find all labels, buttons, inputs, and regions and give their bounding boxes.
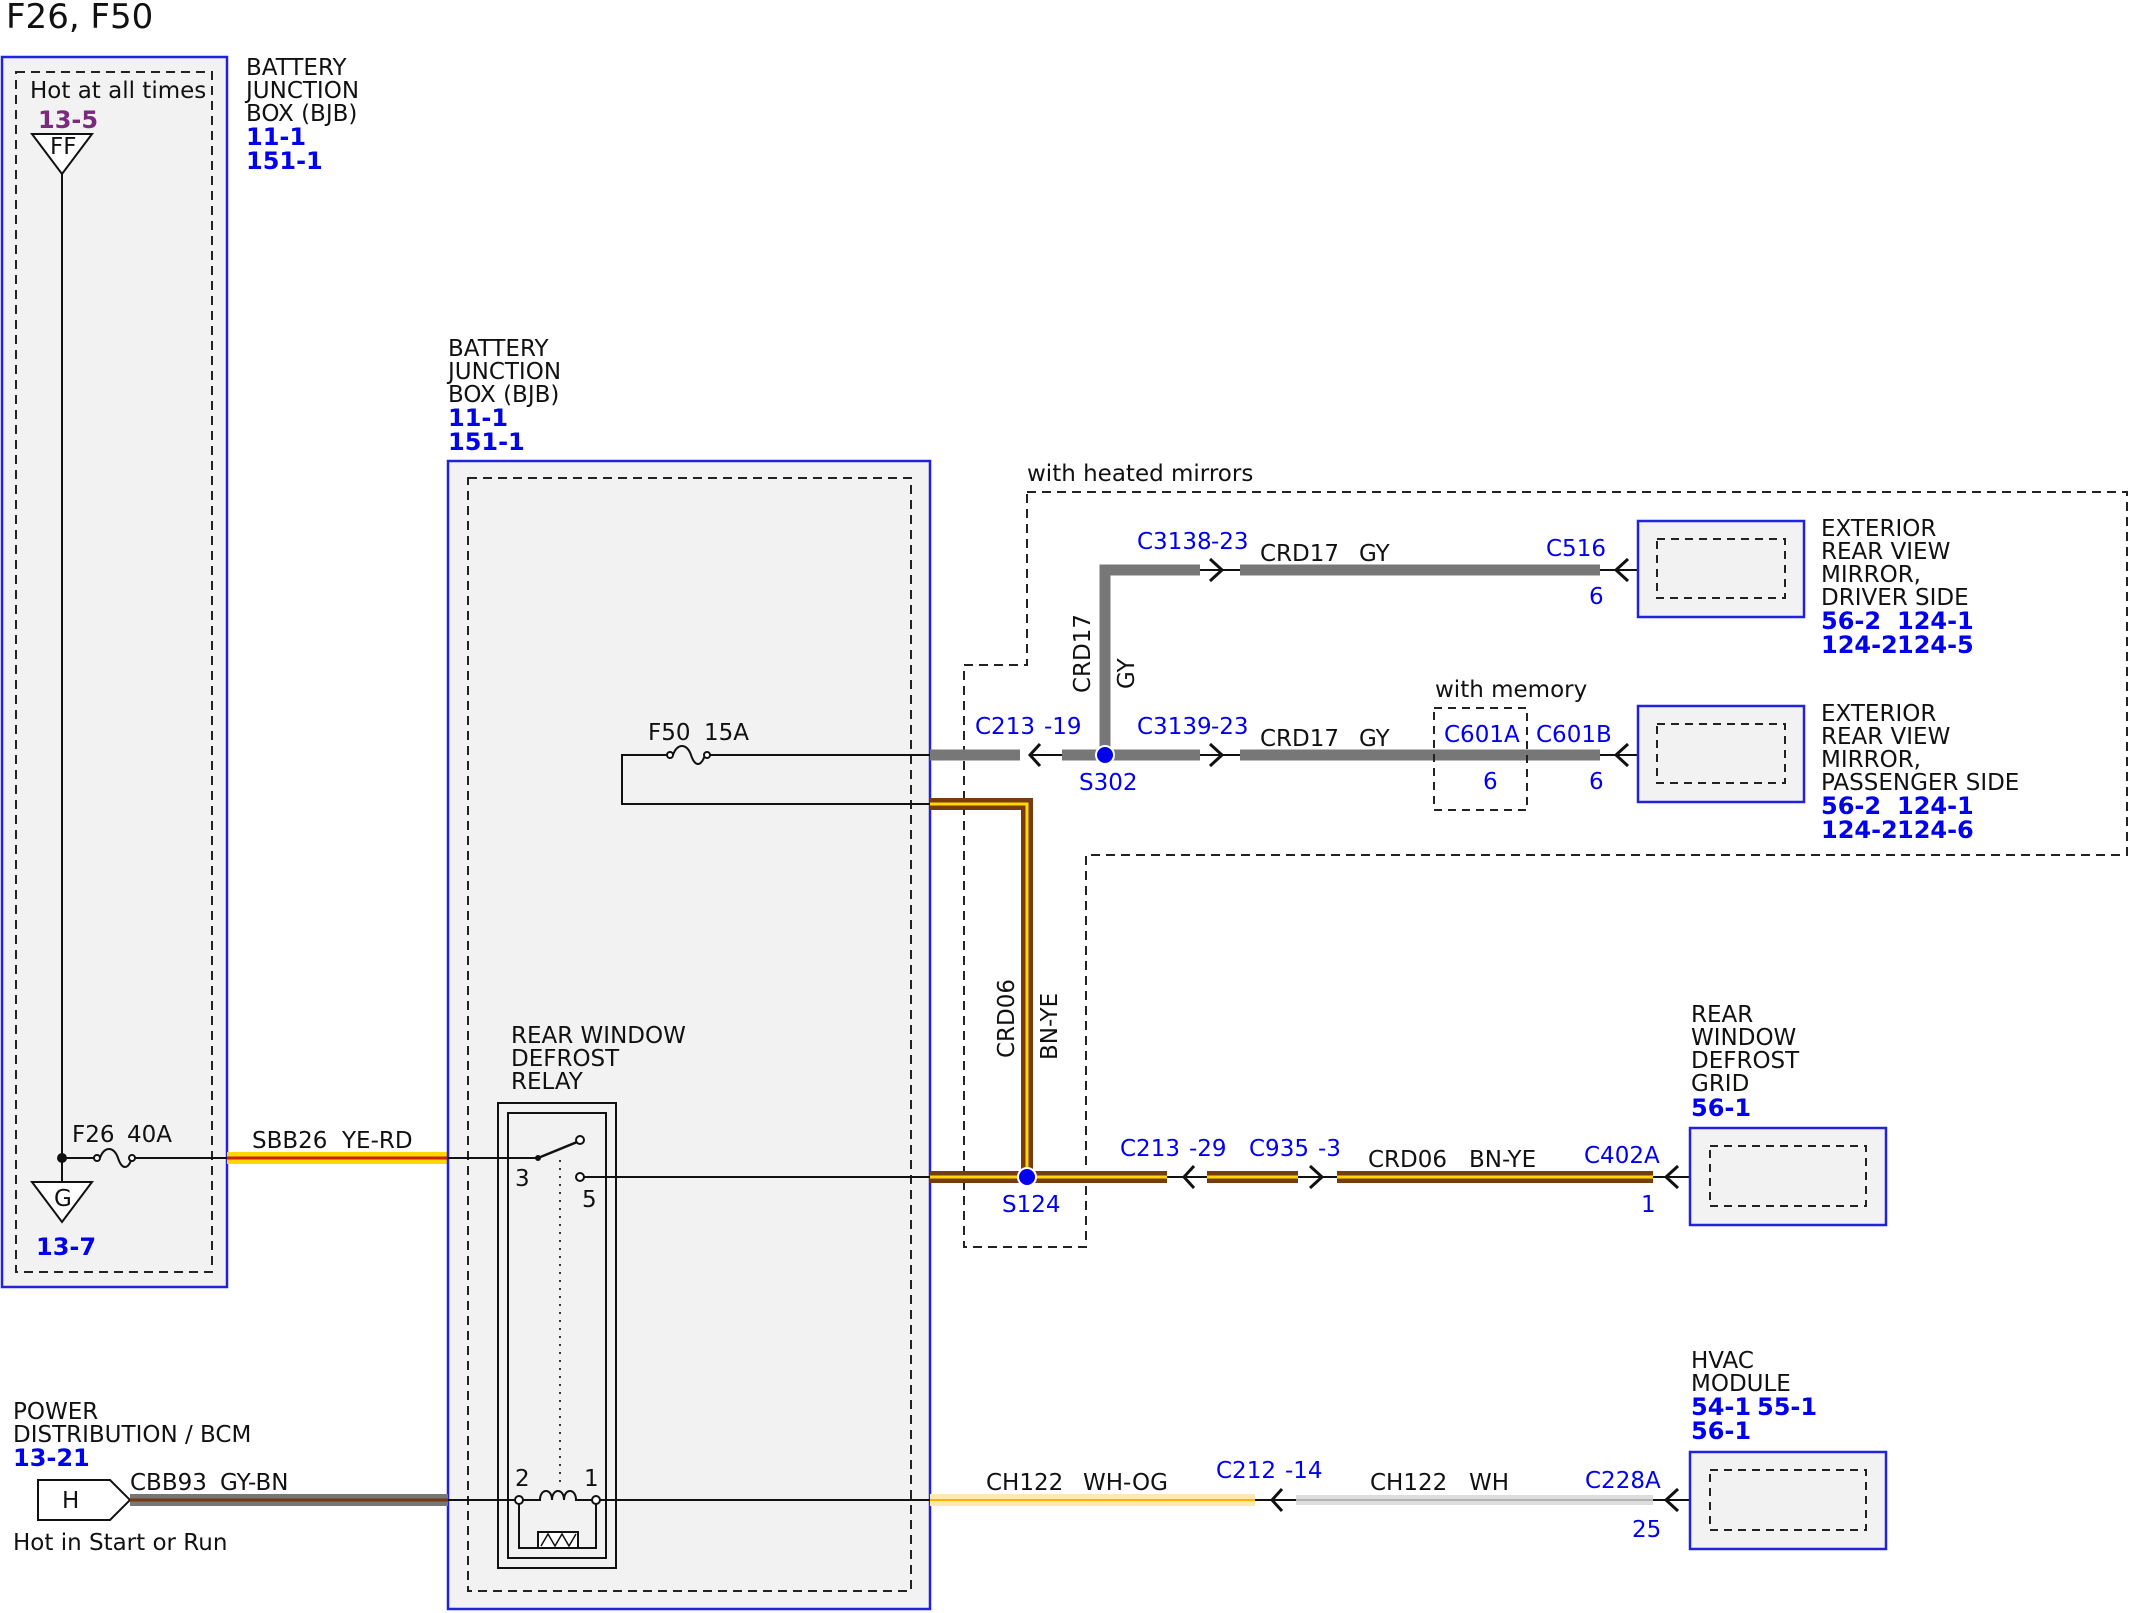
mirror-driver-box	[1636, 519, 1806, 619]
splice-s124-label: S124	[1002, 1192, 1061, 1218]
connector-c601a-name: C601A	[1444, 722, 1520, 748]
mirror-passenger-ref-2a: 124-2	[1821, 816, 1898, 844]
wire-ch122-b-circuit: CH122	[1370, 1470, 1447, 1496]
bjb-left-top-ref: 13-5	[38, 106, 98, 134]
relay-pin-1: 1	[584, 1466, 599, 1492]
connector-c3138-pin: -23	[1211, 529, 1249, 555]
connector-c213-19-name: C213	[975, 714, 1035, 740]
wire-ch122-a-color: WH-OG	[1083, 1470, 1168, 1496]
connector-c935-name: C935	[1249, 1136, 1309, 1162]
mirror-driver-ref-2a: 124-2	[1821, 631, 1898, 659]
wire-cbb93-color: GY-BN	[220, 1470, 288, 1496]
wire-ch122-a-circuit: CH122	[986, 1470, 1063, 1496]
wire-crd06-h-color: BN-YE	[1469, 1147, 1536, 1173]
connector-c213-19-pin: -19	[1044, 714, 1082, 740]
wire-crd17-v-color: GY	[1114, 657, 1140, 689]
connector-c516-pin: 6	[1589, 584, 1604, 610]
bjb-center-ref-2: 151-1	[448, 428, 525, 456]
power-source-ref: 13-21	[13, 1444, 90, 1472]
wire-crd17-driver: C3138 -23 CRD17 GY C516 6	[1137, 529, 1655, 610]
bjb-center-name: BATTERY JUNCTION BOX (BJB) 11-1 151-1	[446, 336, 561, 456]
wire-cbb93: CBB93 GY-BN	[130, 1470, 448, 1506]
connector-h-icon	[37, 1479, 132, 1521]
hvac-ref-1b: 55-1	[1757, 1393, 1817, 1421]
splice-s124-dot	[1017, 1167, 1037, 1187]
connector-c601a-pin: 6	[1483, 769, 1498, 795]
diagram-title: F26, F50	[6, 0, 153, 37]
connector-c212-pin: -14	[1285, 1458, 1323, 1484]
connector-c402a-name: C402A	[1584, 1143, 1660, 1169]
connector-c228a-name: C228A	[1585, 1468, 1661, 1494]
connector-h-label: H	[62, 1488, 79, 1514]
wire-cbb93-circuit: CBB93	[130, 1470, 207, 1496]
splice-s302: S302 CRD17 GY	[1070, 564, 1200, 796]
wire-crd17-v-circuit: CRD17	[1070, 614, 1096, 693]
wire-crd06-v-circuit: CRD06	[994, 979, 1020, 1058]
power-source-note: Hot in Start or Run	[13, 1530, 227, 1556]
wire-crd17-passenger: C3139 -23 CRD17 GY with memory C601A 6 C…	[1137, 677, 1655, 811]
wire-sbb26: SBB26 YE-RD	[227, 1128, 448, 1164]
relay-name-3: RELAY	[511, 1069, 584, 1095]
bjb-left-outline	[0, 55, 229, 1289]
wire-crd17-h2-color: GY	[1359, 726, 1391, 752]
memory-label: with memory	[1435, 677, 1587, 703]
component-mirror-driver: EXTERIOR REAR VIEW MIRROR, DRIVER SIDE 5…	[1636, 516, 1974, 659]
splice-s302-dot	[1095, 745, 1115, 765]
wire-crd06-h-circuit: CRD06	[1368, 1147, 1447, 1173]
connector-c228a-pin: 25	[1632, 1517, 1661, 1543]
mirror-passenger-ref-2b: 124-6	[1897, 816, 1974, 844]
hot-at-all-times-label: Hot at all times	[30, 78, 206, 104]
hvac-ref-2: 56-1	[1691, 1417, 1751, 1445]
connector-c3139-name: C3139	[1137, 714, 1212, 740]
defrost-grid-ref: 56-1	[1691, 1094, 1751, 1122]
wiring-diagram: F26, F50 Hot at all times 13-5 FF G 13-7…	[0, 0, 2128, 1611]
component-defrost-grid: REAR WINDOW DEFROST GRID 56-1	[1688, 1002, 1888, 1227]
wire-crd17-h2-circuit: CRD17	[1260, 726, 1339, 752]
wire-ch122: CH122 WH-OG C212 -14 CH122 WH C228A 25	[930, 1458, 1690, 1543]
wire-ch122-b-color: WH	[1469, 1470, 1509, 1496]
wire-crd17-h1-color: GY	[1359, 541, 1391, 567]
connector-c935-pin: -3	[1318, 1136, 1341, 1162]
splice-s302-label: S302	[1079, 770, 1138, 796]
fuse-f50-rating: 15A	[704, 720, 749, 746]
wire-sbb26-color: YE-RD	[341, 1128, 413, 1154]
hvac-box	[1688, 1450, 1888, 1551]
relay-pin-3: 3	[515, 1166, 530, 1192]
connector-ff-label: FF	[50, 134, 76, 160]
fuse-f50-label: F50	[648, 720, 691, 746]
component-hvac-module: HVAC MODULE 54-1 55-1 56-1	[1688, 1348, 1888, 1551]
connector-c213-29-name: C213	[1120, 1136, 1180, 1162]
connector-c3139-pin: -23	[1211, 714, 1249, 740]
connector-g-label: G	[54, 1186, 72, 1212]
mirror-passenger-box	[1636, 704, 1806, 804]
connector-c601b-pin: 6	[1589, 769, 1604, 795]
connector-c213-29-pin: -29	[1189, 1136, 1227, 1162]
relay-pin-5: 5	[582, 1187, 597, 1213]
heated-mirrors-label: with heated mirrors	[1027, 461, 1253, 487]
defrost-grid-box	[1688, 1126, 1888, 1227]
wire-sbb26-circuit: SBB26	[252, 1128, 327, 1154]
wire-crd06-v-color: BN-YE	[1037, 993, 1063, 1060]
relay-pin-2: 2	[515, 1466, 530, 1492]
connector-c516-name: C516	[1546, 536, 1606, 562]
mirror-driver-ref-2b: 124-5	[1897, 631, 1974, 659]
connector-c402a-pin: 1	[1641, 1192, 1656, 1218]
wire-crd17-h1-circuit: CRD17	[1260, 541, 1339, 567]
bjb-left: Hot at all times 13-5 FF G 13-7 F26 40A	[0, 55, 229, 1289]
component-mirror-passenger: EXTERIOR REAR VIEW MIRROR, PASSENGER SID…	[1636, 701, 2019, 844]
wire-c213-19: C213 -19	[930, 714, 1105, 768]
connector-c601b-name: C601B	[1536, 722, 1612, 748]
fuse-f26-rating: 40A	[127, 1122, 172, 1148]
connector-c3138-name: C3138	[1137, 529, 1212, 555]
bjb-left-name: BATTERY JUNCTION BOX (BJB) 11-1 151-1	[244, 55, 359, 175]
bjb-left-bottom-ref: 13-7	[36, 1233, 96, 1261]
connector-c212-name: C212	[1216, 1458, 1276, 1484]
fuse-f26-label: F26	[72, 1122, 115, 1148]
wire-crd06: S124 CRD06 BN-YE C213 -29 C935 -3 CRD06 …	[930, 798, 1690, 1218]
bjb-left-ref-2: 151-1	[246, 147, 323, 175]
